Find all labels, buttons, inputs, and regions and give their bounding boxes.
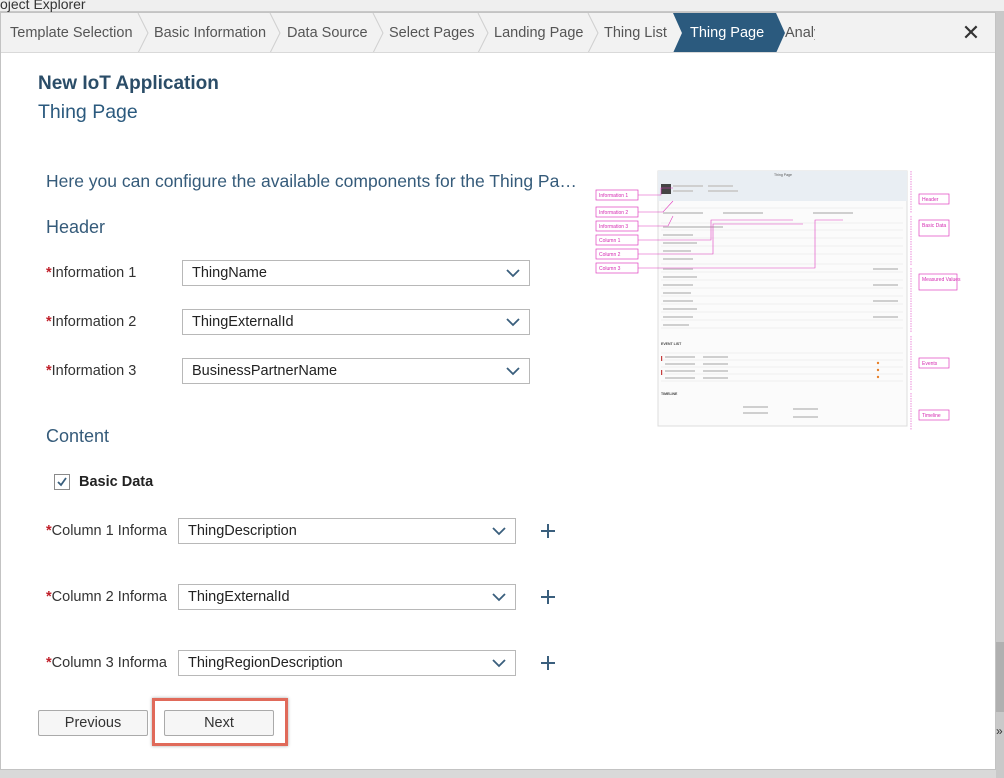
wizard-step-template-selection[interactable]: Template Selection	[10, 13, 133, 52]
information-3-value: BusinessPartnerName	[192, 363, 338, 379]
page-title: Thing Page	[38, 101, 138, 123]
background-explorer-bar: oject Explorer	[0, 0, 1004, 12]
information-1-select[interactable]: ThingName	[182, 260, 530, 286]
callout-events: Events	[922, 361, 938, 367]
background-explorer-text: oject Explorer	[0, 0, 86, 12]
new-iot-application-dialog: Template Selection Basic Information Dat…	[0, 12, 996, 770]
step-separator	[269, 13, 281, 52]
information-2-value: ThingExternalId	[192, 314, 294, 330]
information-3-label: *Information 3	[46, 363, 136, 379]
thing-page-preview-diagram: Thing Page EVENT LIST TIMELINE Informati…	[595, 170, 961, 430]
chevron-down-icon	[492, 659, 506, 668]
chevron-down-icon	[506, 269, 520, 278]
wizard-step-analytics[interactable]: Analy	[785, 13, 815, 52]
app-title: New IoT Application	[38, 73, 219, 94]
column-3-value: ThingRegionDescription	[188, 655, 343, 671]
information-1-label: *Information 1	[46, 265, 136, 281]
information-1-value: ThingName	[192, 265, 267, 281]
step-separator	[137, 13, 149, 52]
background-right-edge: »	[996, 12, 1004, 778]
callout-column-2: Column 2	[599, 252, 621, 258]
information-1-label-text: Information 1	[51, 265, 137, 281]
callout-basic-data: Basic Data	[922, 223, 946, 229]
preview-page-title: Thing Page	[774, 173, 792, 177]
checkmark-icon	[57, 477, 67, 487]
step-separator	[477, 13, 489, 52]
column-2-value: ThingExternalId	[188, 589, 290, 605]
information-2-label: *Information 2	[46, 314, 136, 330]
wizard-step-landing-page[interactable]: Landing Page	[494, 13, 584, 52]
callout-column-1: Column 1	[599, 238, 621, 244]
callout-information-3: Information 3	[599, 224, 628, 230]
background-right-strip	[996, 642, 1004, 712]
add-column-2-icon[interactable]	[539, 588, 557, 606]
column-3-label: *Column 3 Informa	[46, 655, 167, 671]
preview-left-callouts: Information 1 Information 2 Information …	[595, 189, 639, 274]
column-2-label: *Column 2 Informa	[46, 589, 167, 605]
content-section-title: Content	[46, 426, 110, 446]
preview-thing-image	[661, 184, 671, 194]
header-section-title: Header	[46, 217, 106, 237]
callout-measured-values: Measured Values	[922, 277, 961, 283]
wizard-step-select-pages[interactable]: Select Pages	[389, 13, 474, 52]
information-3-label-text: Information 3	[51, 363, 137, 379]
column-3-select[interactable]: ThingRegionDescription	[178, 650, 516, 676]
previous-button[interactable]: Previous	[38, 710, 148, 736]
information-2-label-text: Information 2	[51, 314, 137, 330]
information-2-select[interactable]: ThingExternalId	[182, 309, 530, 335]
column-2-select[interactable]: ThingExternalId	[178, 584, 516, 610]
step-separator	[372, 13, 384, 52]
chevron-down-icon	[506, 367, 520, 376]
basic-data-label: Basic Data	[79, 474, 154, 490]
wizard-step-basic-information[interactable]: Basic Information	[154, 13, 266, 52]
wizard-step-thing-page[interactable]: Thing Page	[690, 13, 764, 52]
basic-data-checkbox[interactable]	[54, 474, 70, 490]
callout-timeline: Timeline	[922, 413, 941, 419]
add-column-1-icon[interactable]	[539, 522, 557, 540]
column-1-select[interactable]: ThingDescription	[178, 518, 516, 544]
chevron-down-icon	[492, 593, 506, 602]
chevron-down-icon	[506, 318, 520, 327]
wizard-step-thing-list[interactable]: Thing List	[604, 13, 667, 52]
background-right-text: »	[996, 724, 1003, 738]
step-separator	[587, 13, 599, 52]
column-1-label: *Column 1 Informa	[46, 523, 167, 539]
preview-timeline-label: TIMELINE	[661, 392, 678, 396]
wizard-step-data-source[interactable]: Data Source	[287, 13, 368, 52]
callout-header: Header	[922, 197, 939, 203]
callout-information-1: Information 1	[599, 193, 628, 199]
preview-right-callouts: Header Basic Data Measured Values Events…	[918, 193, 961, 421]
preview-event-list-label: EVENT LIST	[661, 342, 682, 346]
column-3-label-text: Column 3 Informa	[51, 655, 167, 671]
callout-information-2: Information 2	[599, 210, 628, 216]
add-column-3-icon[interactable]	[539, 654, 557, 672]
column-1-label-text: Column 1 Informa	[51, 523, 167, 539]
wizard-progress-bar: Template Selection Basic Information Dat…	[1, 13, 995, 53]
preview-page	[657, 170, 908, 427]
column-1-value: ThingDescription	[188, 523, 297, 539]
close-icon[interactable]: ✕	[958, 21, 984, 45]
information-3-select[interactable]: BusinessPartnerName	[182, 358, 530, 384]
intro-text: Here you can configure the available com…	[46, 171, 581, 191]
chevron-down-icon	[492, 527, 506, 536]
column-2-label-text: Column 2 Informa	[51, 589, 167, 605]
next-button[interactable]: Next	[164, 710, 274, 736]
callout-column-3: Column 3	[599, 266, 621, 272]
